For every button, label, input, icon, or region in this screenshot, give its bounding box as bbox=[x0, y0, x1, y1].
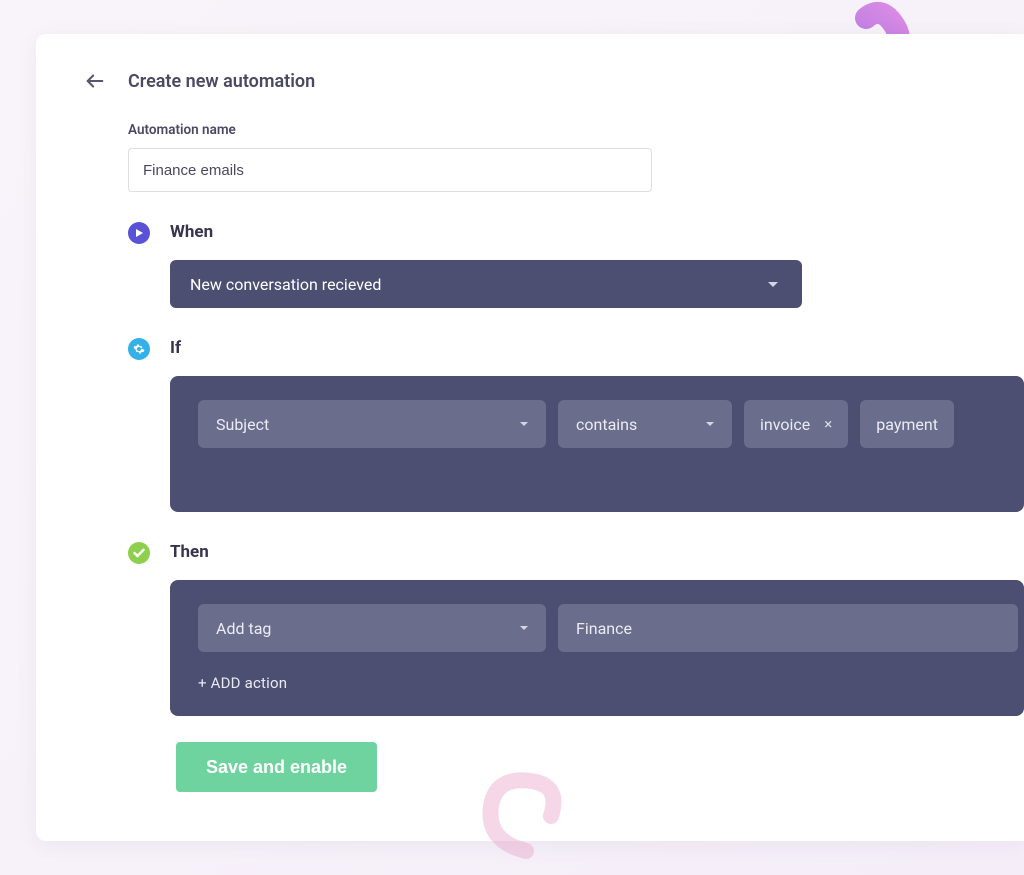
back-arrow-icon[interactable] bbox=[84, 70, 106, 92]
automation-name-input[interactable] bbox=[128, 148, 652, 192]
if-panel: Subject contains invoice × payment bbox=[170, 376, 1024, 512]
if-operator-select[interactable]: contains bbox=[558, 400, 732, 448]
if-tag-payment[interactable]: payment bbox=[860, 400, 954, 448]
save-and-enable-button[interactable]: Save and enable bbox=[176, 742, 377, 792]
then-section: Then Add tag Finance + ADD action bbox=[128, 542, 1024, 716]
if-tag-invoice[interactable]: invoice × bbox=[744, 400, 848, 448]
then-action-select[interactable]: Add tag bbox=[198, 604, 546, 652]
chevron-down-icon bbox=[706, 422, 714, 426]
if-section: If Subject contains invoice × bbox=[128, 338, 1024, 512]
check-icon bbox=[128, 542, 150, 564]
gear-icon bbox=[128, 338, 150, 360]
tag-label: payment bbox=[876, 415, 938, 434]
if-field-label: Subject bbox=[216, 415, 269, 434]
then-action-label: Add tag bbox=[216, 619, 271, 638]
automation-editor-card: Create new automation Automation name Wh… bbox=[36, 34, 1024, 841]
when-section: When New conversation recieved bbox=[128, 222, 1024, 308]
if-field-select[interactable]: Subject bbox=[198, 400, 546, 448]
then-heading: Then bbox=[170, 542, 1024, 562]
header: Create new automation bbox=[84, 70, 1024, 92]
when-heading: When bbox=[170, 222, 1024, 242]
if-heading: If bbox=[170, 338, 1024, 358]
add-action-button[interactable]: + ADD action bbox=[198, 674, 1024, 692]
play-icon bbox=[128, 222, 150, 244]
if-operator-label: contains bbox=[576, 415, 637, 434]
chevron-down-icon bbox=[768, 282, 778, 287]
chevron-down-icon bbox=[520, 626, 528, 630]
page-title: Create new automation bbox=[128, 71, 315, 92]
chevron-down-icon bbox=[520, 422, 528, 426]
when-trigger-select[interactable]: New conversation recieved bbox=[170, 260, 802, 308]
when-trigger-label: New conversation recieved bbox=[190, 275, 381, 294]
then-panel: Add tag Finance + ADD action bbox=[170, 580, 1024, 716]
automation-name-label: Automation name bbox=[128, 122, 1024, 138]
tag-label: invoice bbox=[760, 415, 810, 434]
then-value-input[interactable]: Finance bbox=[558, 604, 1018, 652]
remove-tag-icon[interactable]: × bbox=[824, 415, 832, 433]
then-value-label: Finance bbox=[576, 619, 632, 638]
